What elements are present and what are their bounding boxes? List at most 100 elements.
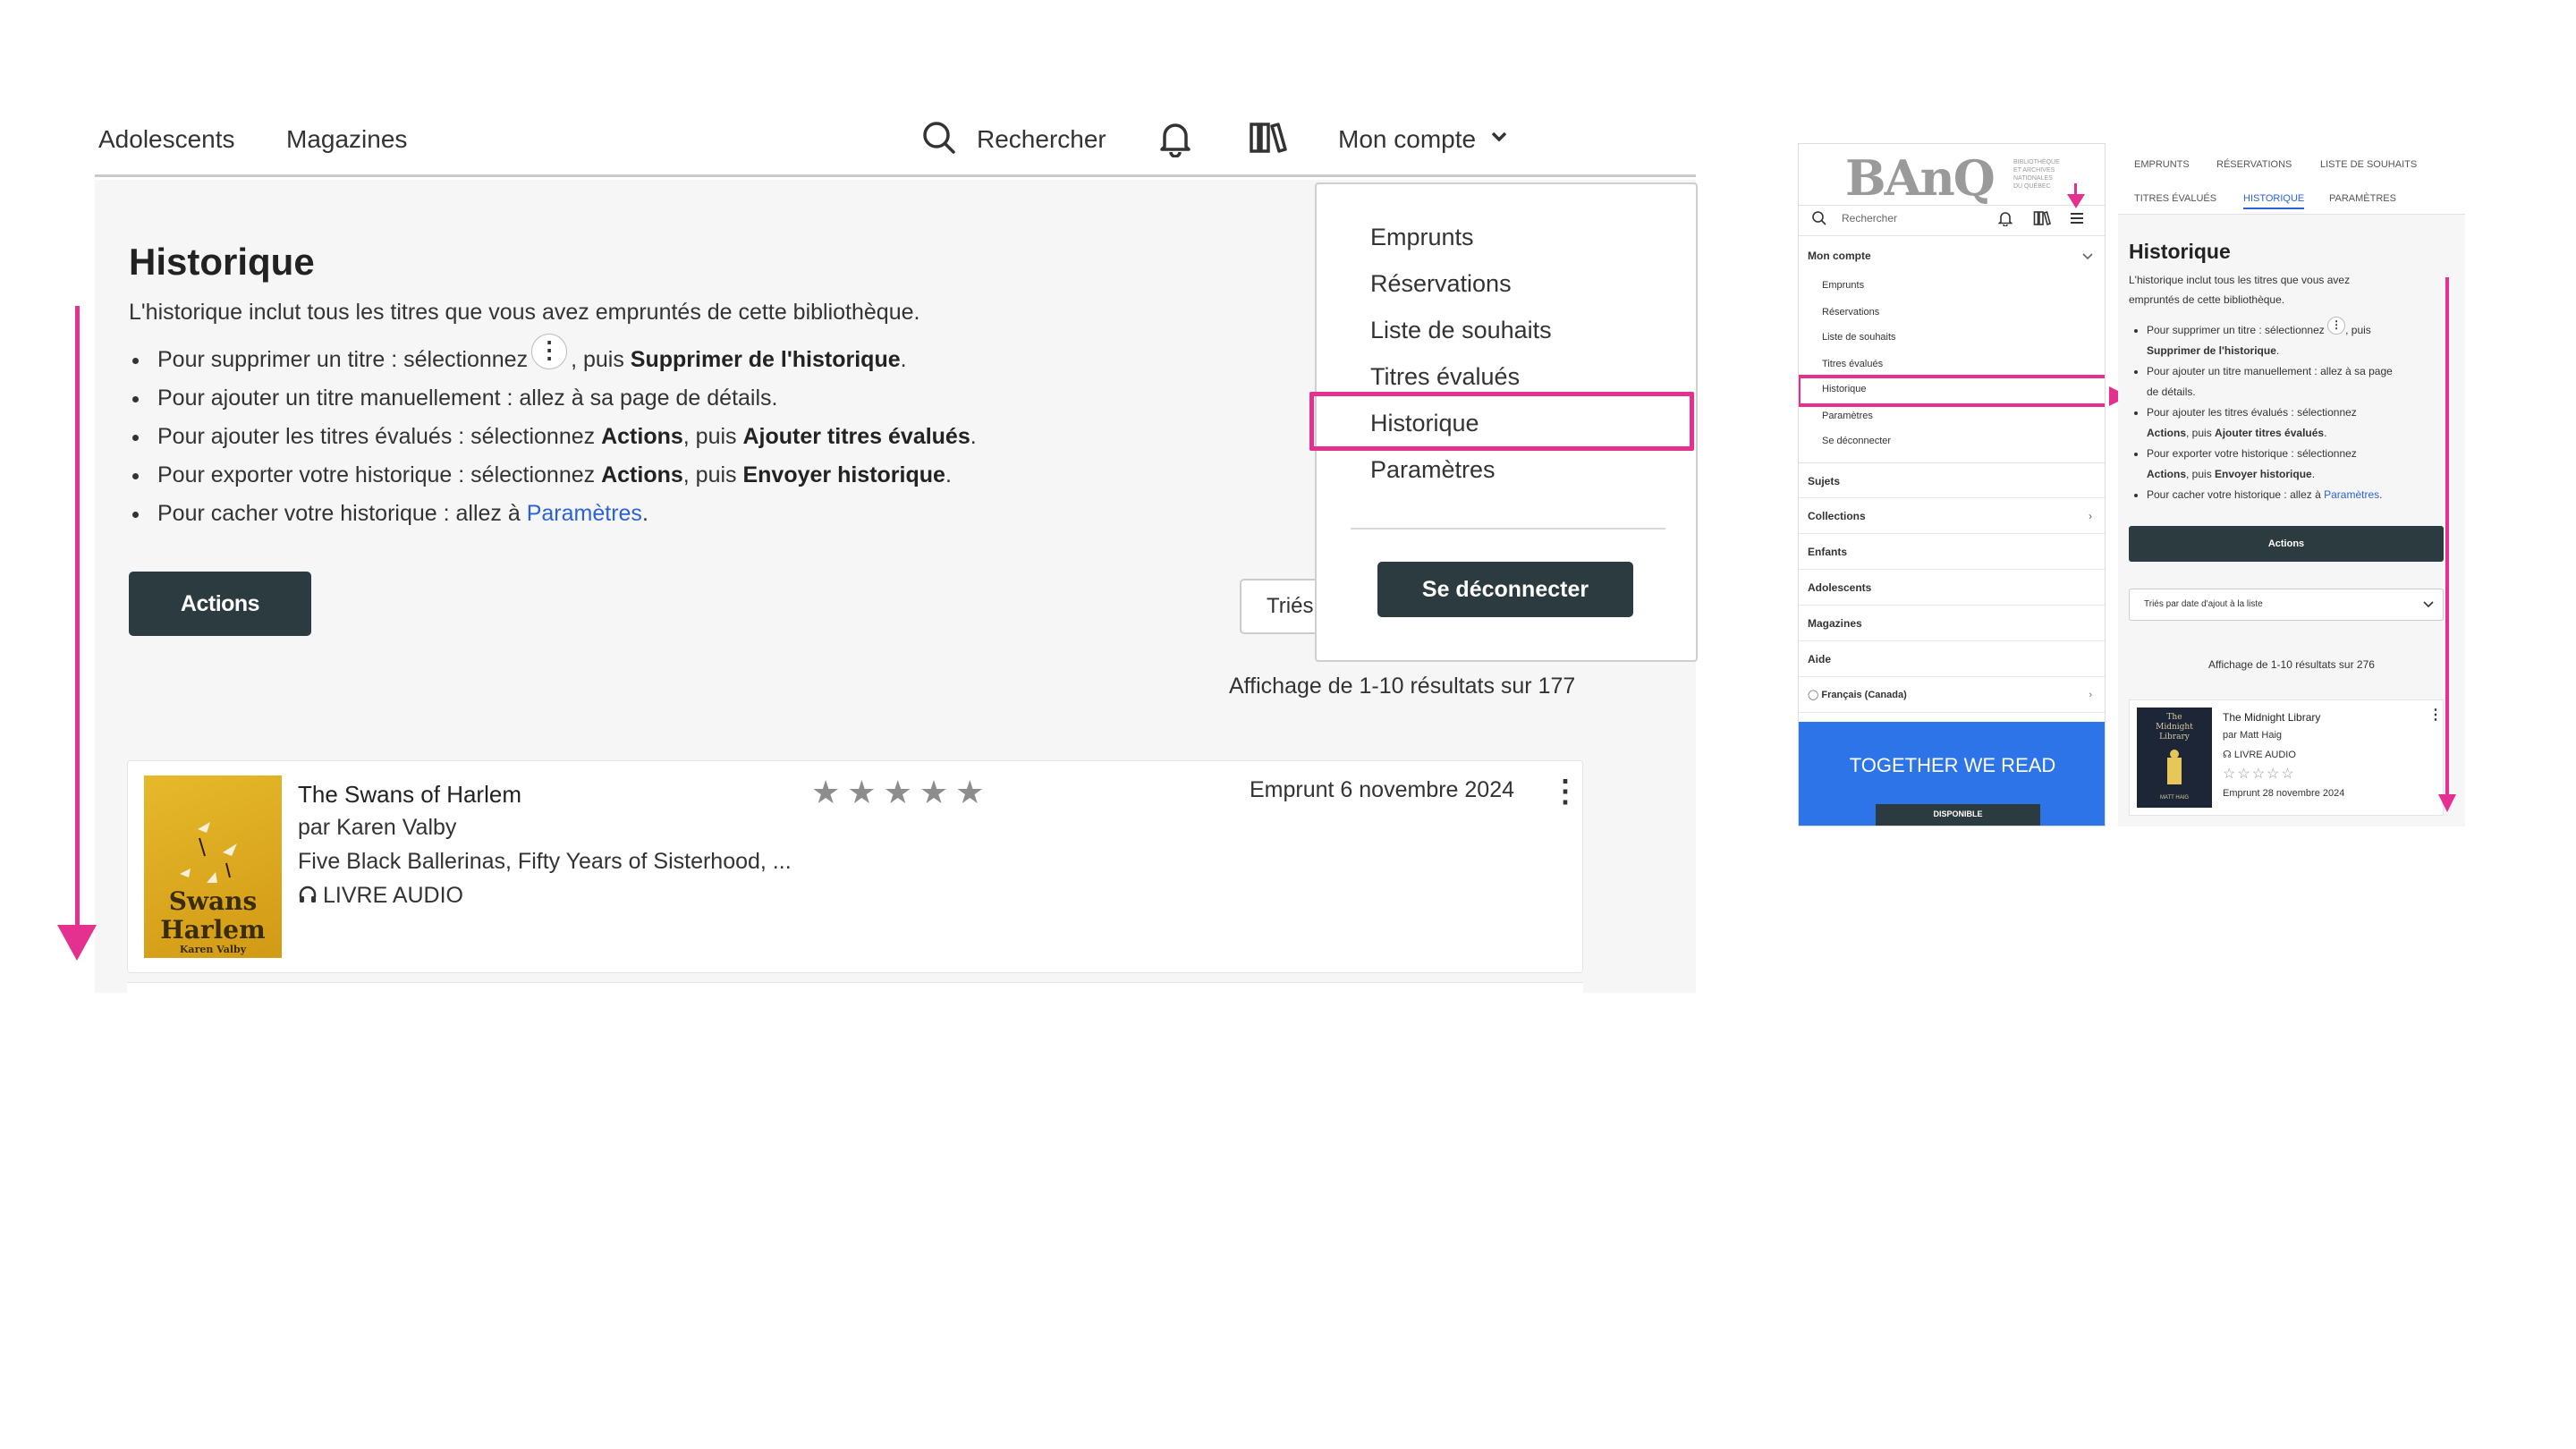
instruction-item: Pour ajouter les titres évalués : sélect…: [2132, 402, 2445, 423]
book-format: LIVRE AUDIO: [298, 883, 463, 909]
kebab-menu-icon: ⋮: [2327, 317, 2346, 335]
mobile-menu-panel: BAnQ BIBLIOTHÈQUE ET ARCHIVES NATIONALES DU…: [1798, 143, 2106, 826]
account-item-wishlist[interactable]: Liste de souhaits: [1822, 332, 1896, 343]
instruction-text: , puis: [682, 462, 743, 487]
instruction-text: Pour supprimer un titre : sélectionnez: [157, 347, 529, 372]
instruction-text: .: [900, 347, 907, 372]
bell-icon[interactable]: [1997, 210, 2013, 231]
settings-link[interactable]: Paramètres: [2324, 488, 2379, 501]
bookshelf-icon[interactable]: [2033, 210, 2051, 231]
kebab-menu-icon[interactable]: ⋮: [1550, 774, 1580, 809]
tab-reservations[interactable]: RÉSERVATIONS: [2216, 159, 2292, 170]
tab-history[interactable]: HISTORIQUE: [2243, 193, 2305, 209]
account-item-reservations[interactable]: Réservations: [1822, 307, 1879, 318]
actions-button[interactable]: Actions: [2129, 526, 2444, 562]
instruction-text: .: [641, 501, 648, 526]
sort-dropdown[interactable]: Triés par date d'ajout à la liste: [2129, 589, 2444, 621]
star-icon[interactable]: ★: [919, 774, 955, 810]
dropdown-item-wishlist[interactable]: Liste de souhaits: [1370, 317, 1552, 344]
nav-link-magazines[interactable]: Magazines: [286, 125, 407, 154]
promo-banner[interactable]: TOGETHER WE READ DISPONIBLE: [1799, 722, 2105, 826]
dropdown-item-reservations[interactable]: Réservations: [1370, 270, 1512, 298]
star-icon[interactable]: ☆: [2223, 767, 2237, 782]
menu-section-aide[interactable]: Aide: [1799, 641, 2105, 677]
menu-section-magazines[interactable]: Magazines: [1799, 606, 2105, 641]
settings-link[interactable]: Paramètres: [527, 501, 642, 526]
book-title[interactable]: The Midnight Library: [2223, 711, 2320, 724]
bookshelf-icon[interactable]: [1249, 120, 1288, 160]
language-selector[interactable]: ◯ Français (Canada) ›: [1799, 677, 2105, 713]
hamburger-menu-icon[interactable]: [2069, 210, 2085, 231]
book-cover[interactable]: Swans Harlem Karen Valby: [144, 775, 282, 958]
dropdown-item-emprunts[interactable]: Emprunts: [1370, 224, 1474, 251]
menu-section-enfants[interactable]: Enfants: [1799, 534, 2105, 570]
instruction-item: Pour supprimer un titre : sélectionnez ⋮…: [2132, 317, 2445, 341]
book-cover[interactable]: The Midnight Library MATT HAIG: [2137, 708, 2212, 808]
actions-button[interactable]: Actions: [129, 572, 311, 636]
logout-button[interactable]: Se déconnecter: [1377, 562, 1633, 617]
book-subtitle: Five Black Ballerinas, Fifty Years of Si…: [298, 849, 792, 874]
book-format: ☊ LIVRE AUDIO: [2223, 750, 2296, 760]
menu-section-adolescents[interactable]: Adolescents: [1799, 570, 2105, 606]
star-icon[interactable]: ☆: [2252, 767, 2267, 782]
instruction-text: Pour ajouter les titres évalués : sélect…: [157, 424, 602, 449]
chevron-up-icon[interactable]: [2081, 250, 2094, 266]
tab-emprunts[interactable]: EMPRUNTS: [2134, 159, 2190, 170]
page-title: Historique: [129, 241, 315, 283]
account-item-emprunts[interactable]: Emprunts: [1822, 280, 1864, 291]
account-item-logout[interactable]: Se déconnecter: [1822, 436, 1891, 446]
scroll-arrow-head: [2438, 794, 2456, 812]
book-author[interactable]: par Matt Haig: [2223, 730, 2282, 741]
search-label[interactable]: Rechercher: [1842, 212, 1897, 225]
rating-stars[interactable]: ☆☆☆☆☆: [2223, 765, 2296, 783]
star-icon[interactable]: ☆: [2267, 767, 2281, 782]
desktop-view: Adolescents Magazines Rechercher Mon com…: [95, 98, 1698, 993]
banq-logo: BAnQ: [1845, 149, 1996, 207]
tab-settings[interactable]: PARAMÈTRES: [2329, 193, 2396, 204]
instruction-item: Pour ajouter un titre manuellement : all…: [129, 379, 1113, 418]
instruction-item: Pour exporter votre historique : sélecti…: [129, 456, 1113, 495]
account-tabs: EMPRUNTS RÉSERVATIONS LISTE DE SOUHAITS …: [2118, 143, 2465, 215]
star-icon[interactable]: ★: [811, 774, 847, 810]
tab-wishlist[interactable]: LISTE DE SOUHAITS: [2320, 159, 2417, 170]
instruction-text: .: [945, 462, 952, 487]
instruction-bold: Supprimer de l'historique: [630, 347, 901, 372]
highlight-box: [1309, 392, 1694, 451]
book-author[interactable]: par Karen Valby: [298, 815, 456, 841]
rating-stars[interactable]: ★★★★★: [811, 774, 991, 811]
cover-title: Swans: [168, 886, 258, 916]
instruction-bold: Actions: [601, 424, 683, 449]
tab-rated-titles[interactable]: TITRES ÉVALUÉS: [2134, 193, 2216, 204]
instruction-text: Pour ajouter un titre manuellement : all…: [157, 386, 778, 411]
dropdown-item-settings[interactable]: Paramètres: [1370, 456, 1496, 484]
bell-icon[interactable]: [1157, 120, 1193, 162]
chevron-down-icon[interactable]: [1490, 131, 1508, 148]
account-item-rated-titles[interactable]: Titres évalués: [1822, 359, 1883, 369]
loan-date: Emprunt 28 novembre 2024: [2223, 788, 2345, 799]
menu-section-collections[interactable]: Collections ›: [1799, 498, 2105, 534]
menu-section-sujets[interactable]: Sujets: [1799, 462, 2105, 498]
book-title[interactable]: The Swans of Harlem: [298, 781, 521, 809]
star-icon[interactable]: ★: [955, 774, 991, 810]
dropdown-item-rated-titles[interactable]: Titres évalués: [1370, 363, 1520, 391]
chevron-right-icon: ›: [2089, 690, 2092, 700]
search-icon[interactable]: [921, 120, 957, 160]
instruction-text: , puis: [682, 424, 743, 449]
nav-link-adolescents[interactable]: Adolescents: [98, 125, 235, 154]
star-icon[interactable]: ☆: [2281, 767, 2295, 782]
star-icon[interactable]: ★: [884, 774, 919, 810]
account-section-label[interactable]: Mon compte: [1808, 250, 1871, 262]
cover-title: Harlem: [160, 915, 266, 945]
pointer-arrow-head: [2067, 194, 2085, 208]
kebab-menu-icon[interactable]: ⋮: [2428, 706, 2443, 724]
account-item-settings[interactable]: Paramètres: [1822, 411, 1873, 421]
star-icon[interactable]: ★: [847, 774, 883, 810]
headphones-icon: [299, 886, 317, 902]
account-menu-label[interactable]: Mon compte: [1338, 125, 1476, 154]
highlight-box: [1799, 375, 2105, 407]
search-icon[interactable]: [1811, 210, 1827, 231]
star-icon[interactable]: ☆: [2237, 767, 2251, 782]
instruction-text: , puis: [571, 347, 631, 372]
search-label[interactable]: Rechercher: [977, 125, 1106, 154]
instruction-text: .: [970, 424, 977, 449]
